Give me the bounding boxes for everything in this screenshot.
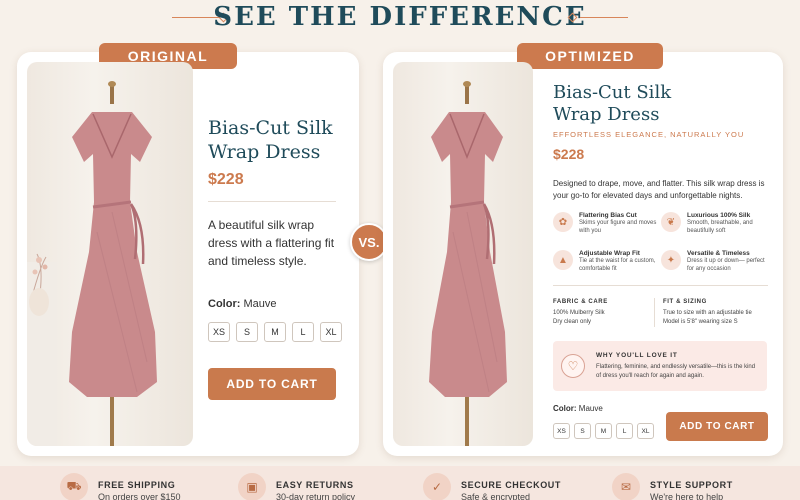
shield-icon: ✓ xyxy=(423,473,451,500)
feather-icon: ❦ xyxy=(661,212,681,232)
page-title: SEE THE DIFFERENCE xyxy=(213,2,587,32)
fabric-heading: FABRIC & CARE xyxy=(553,299,608,305)
original-add-to-cart-button[interactable]: ADD TO CART xyxy=(208,368,336,400)
fabric-care-section: FABRIC & CARE 100% Mulberry Silk Dry cle… xyxy=(553,298,643,327)
size-option-s[interactable]: S xyxy=(574,423,591,439)
fit-heading: FIT & SIZING xyxy=(663,299,707,305)
size-option-m[interactable]: M xyxy=(264,322,286,342)
specs-divider xyxy=(553,285,768,286)
love-text: Flattering, feminine, and endlessly vers… xyxy=(596,364,756,379)
feature-title: Versatile & Timeless xyxy=(687,250,750,257)
size-option-xs[interactable]: XS xyxy=(553,423,570,439)
optimized-size-selector: XS S M L XL xyxy=(553,423,654,439)
trust-item-checkout: ✓ SECURE CHECKOUT Safe & encrypted xyxy=(423,473,561,500)
trust-item-shipping: ⛟ FREE SHIPPING On orders over $150 xyxy=(60,473,181,500)
feature-desc: Skims your figure and moves with you xyxy=(579,220,657,234)
trust-title: EASY RETURNS xyxy=(276,480,354,490)
optimized-product-card: OPTIMIZED Bias-Cut Silk Wrap Dress EFFOR… xyxy=(383,43,783,456)
original-description: A beautiful silk wrap dress with a flatt… xyxy=(208,218,335,268)
box-icon: ▣ xyxy=(238,473,266,500)
size-option-l[interactable]: L xyxy=(292,322,314,342)
size-option-l[interactable]: L xyxy=(616,423,633,439)
original-divider xyxy=(208,201,336,202)
fit-sizing-section: FIT & SIZING True to size with an adjust… xyxy=(654,298,774,327)
optimized-color-selector: Color: Mauve xyxy=(553,404,603,413)
size-option-xl[interactable]: XL xyxy=(320,322,342,342)
size-option-s[interactable]: S xyxy=(236,322,258,342)
optimized-badge: OPTIMIZED xyxy=(517,43,663,69)
original-color-selector: Color: Mauve xyxy=(208,298,276,310)
trust-desc: On orders over $150 xyxy=(98,492,181,500)
trust-item-support: ✉ STYLE SUPPORT We're here to help xyxy=(612,473,733,500)
heart-icon: ♡ xyxy=(561,354,585,378)
feature-title: Flattering Bias Cut xyxy=(579,212,637,219)
fit-line: True to size with an adjustable tie xyxy=(663,310,752,316)
trust-title: SECURE CHECKOUT xyxy=(461,480,562,490)
trust-desc: Safe & encrypted xyxy=(461,492,531,500)
trust-desc: We're here to help xyxy=(650,492,724,500)
feature-wrap-fit: ▲ Adjustable Wrap Fit Tie at the waist fo… xyxy=(553,250,663,273)
optimized-description: Designed to drape, move, and flatter. Th… xyxy=(553,179,765,200)
size-option-xs[interactable]: XS xyxy=(208,322,230,342)
header-divider-right xyxy=(580,17,628,18)
why-love-it-box: ♡ WHY YOU'LL LOVE IT Flattering, feminin… xyxy=(553,341,767,391)
feature-desc: Dress it up or down— perfect for any occ… xyxy=(687,258,765,272)
feature-versatile: ✦ Versatile & Timeless Dress it up or dow… xyxy=(661,250,771,273)
trust-title: FREE SHIPPING xyxy=(98,480,176,490)
original-product-photo xyxy=(27,62,193,446)
truck-icon: ⛟ xyxy=(60,473,88,500)
original-product-title: Bias-Cut Silk Wrap Dress xyxy=(208,117,333,163)
sparkle-icon: ✦ xyxy=(661,250,681,270)
optimized-product-title: Bias-Cut Silk Wrap Dress xyxy=(553,82,672,125)
color-value: Mauve xyxy=(243,298,277,310)
trust-bar: ⛟ FREE SHIPPING On orders over $150 ▣ EAS… xyxy=(0,466,800,500)
optimized-tagline: EFFORTLESS ELEGANCE, NATURALLY YOU xyxy=(553,130,745,139)
original-price: $228 xyxy=(208,171,244,188)
feature-title: Luxurious 100% Silk xyxy=(687,212,751,219)
original-product-card: ORIGINAL Bias-Cut Silk Wrap Dress $228 A… xyxy=(17,43,359,456)
color-value: Mauve xyxy=(578,404,603,413)
feature-desc: Tie at the waist for a custom, comfortab… xyxy=(579,258,656,272)
trust-desc: 30-day return policy xyxy=(276,492,356,500)
dress-image xyxy=(429,81,507,446)
leaf-icon: ✿ xyxy=(553,212,573,232)
page-header: SEE THE DIFFERENCE xyxy=(0,0,800,36)
size-option-xl[interactable]: XL xyxy=(637,423,654,439)
model-line: Model is 5'8" wearing size S xyxy=(663,319,738,325)
dress-icon: ▲ xyxy=(553,250,573,270)
chat-icon: ✉ xyxy=(612,473,640,500)
dress-image xyxy=(27,81,157,446)
color-label: Color: xyxy=(208,298,241,310)
feature-bias-cut: ✿ Flattering Bias Cut Skims your figure a… xyxy=(553,212,663,235)
size-option-m[interactable]: M xyxy=(595,423,612,439)
fabric-line: 100% Mulberry Silk xyxy=(553,310,605,316)
care-line: Dry clean only xyxy=(553,319,592,325)
optimized-price: $228 xyxy=(553,146,585,162)
feature-desc: Smooth, breathable, and beautifully soft xyxy=(687,220,753,234)
trust-item-returns: ▣ EASY RETURNS 30-day return policy xyxy=(238,473,355,500)
color-label: Color: xyxy=(553,404,577,413)
original-size-selector: XS S M L XL xyxy=(208,322,342,342)
trust-title: STYLE SUPPORT xyxy=(650,480,733,490)
feature-silk: ❦ Luxurious 100% Silk Smooth, breathable,… xyxy=(661,212,771,235)
feature-title: Adjustable Wrap Fit xyxy=(579,250,640,257)
optimized-add-to-cart-button[interactable]: ADD TO CART xyxy=(666,412,768,441)
love-heading: WHY YOU'LL LOVE IT xyxy=(596,352,678,359)
optimized-product-photo xyxy=(393,62,533,446)
